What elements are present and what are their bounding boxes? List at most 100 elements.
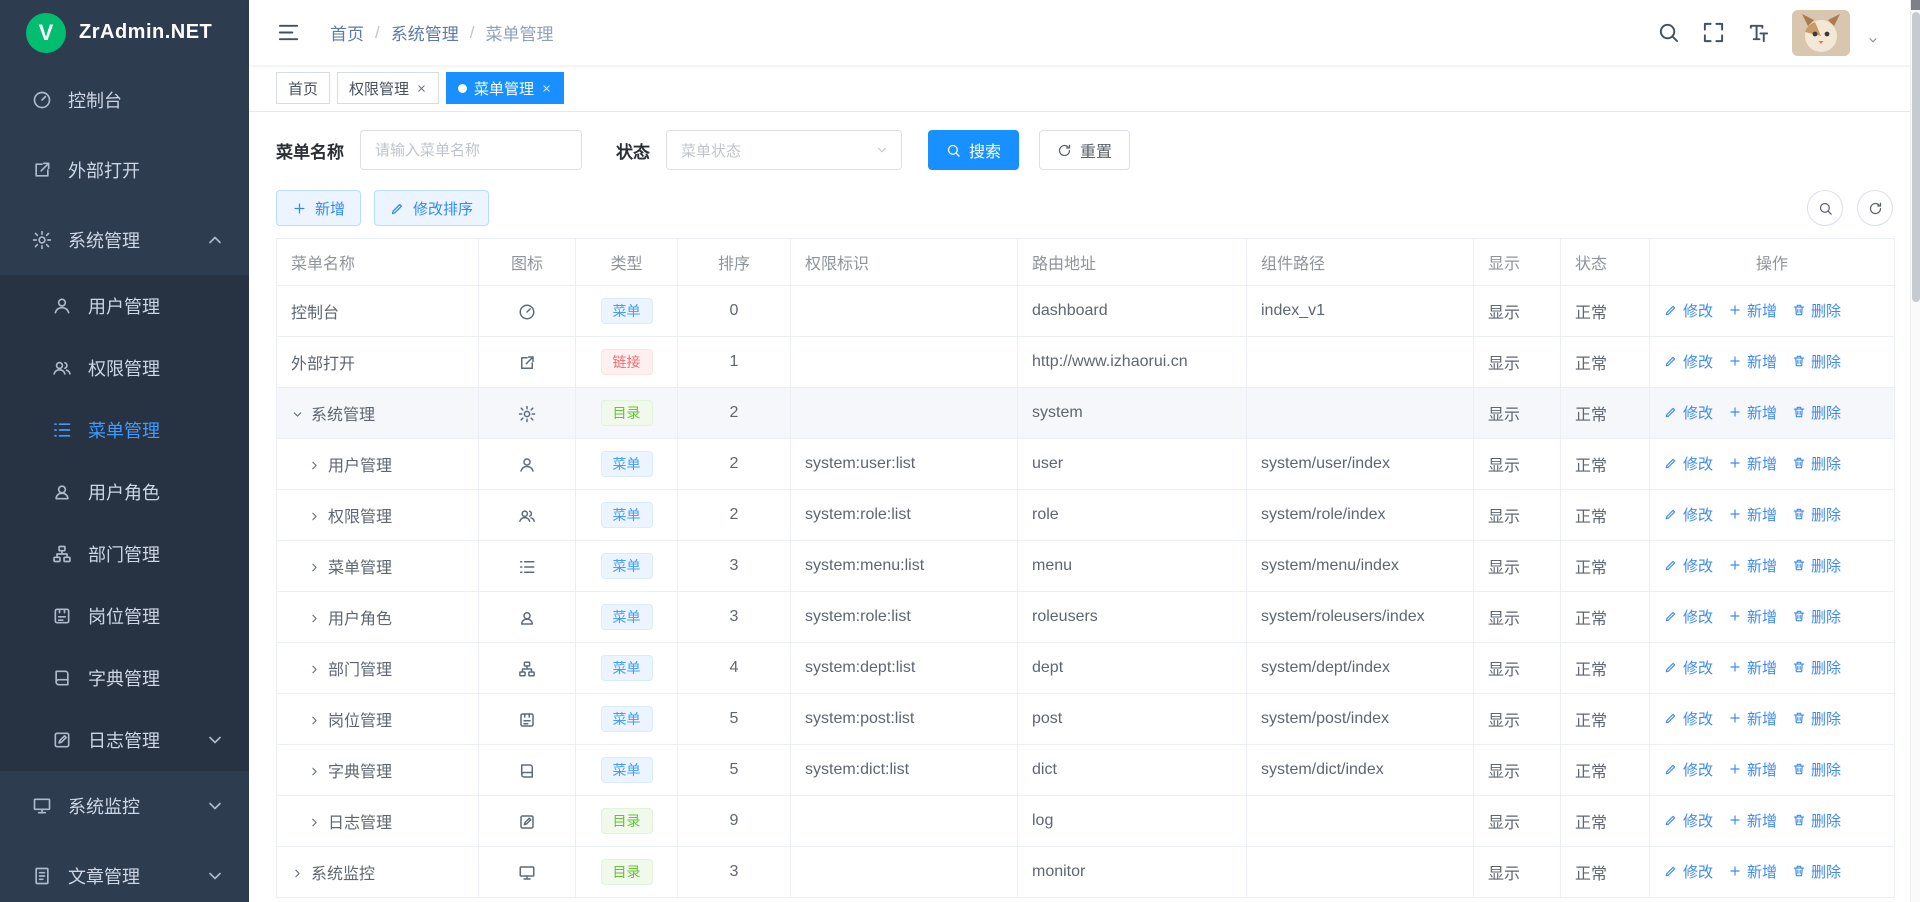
column-header[interactable]: 类型 [576,239,678,286]
scrollbar-thumb[interactable] [1912,12,1920,302]
hamburger-icon[interactable] [277,21,300,44]
row-delete-button[interactable]: 删除 [1792,351,1841,372]
row-add-button[interactable]: 新增 [1728,453,1777,474]
sidebar-item-external[interactable]: 外部打开 [0,135,249,205]
row-add-button[interactable]: 新增 [1728,759,1777,780]
table-refresh-button[interactable] [1857,190,1893,226]
row-edit-button[interactable]: 修改 [1664,708,1713,729]
sidebar-item-post[interactable]: 岗位管理 [0,585,249,647]
row-edit-button[interactable]: 修改 [1664,351,1713,372]
row-add-button[interactable]: 新增 [1728,657,1777,678]
column-header[interactable]: 菜单名称 [277,239,479,286]
row-delete-button[interactable]: 删除 [1792,708,1841,729]
sidebar-item-dict[interactable]: 字典管理 [0,647,249,709]
column-header[interactable]: 操作 [1650,239,1895,286]
search-icon [946,143,961,158]
menu-list-icon [518,558,536,576]
row-edit-button[interactable]: 修改 [1664,861,1713,882]
row-delete-button[interactable]: 删除 [1792,504,1841,525]
edit-sort-button[interactable]: 修改排序 [374,190,489,226]
row-expand-icon[interactable] [308,561,321,574]
row-collapse-icon[interactable] [291,408,304,421]
fullscreen-icon[interactable] [1702,21,1725,44]
header-search-icon[interactable] [1657,21,1680,44]
reset-button[interactable]: 重置 [1039,130,1130,170]
font-size-icon[interactable] [1747,21,1770,44]
sidebar-item-log[interactable]: 日志管理 [0,709,249,771]
row-delete-button[interactable]: 删除 [1792,453,1841,474]
sidebar-item-dashboard[interactable]: 控制台 [0,65,249,135]
row-delete-button[interactable]: 删除 [1792,555,1841,576]
tab-home[interactable]: 首页 [276,72,330,104]
sidebar-item-monitor[interactable]: 系统监控 [0,771,249,841]
status-select[interactable]: 菜单状态 [666,130,902,170]
row-expand-icon[interactable] [308,765,321,778]
row-delete-button[interactable]: 删除 [1792,402,1841,423]
row-edit-button[interactable]: 修改 [1664,504,1713,525]
breadcrumb-item: 菜单管理 [485,20,553,45]
column-header[interactable]: 组件路径 [1247,239,1474,286]
row-add-button[interactable]: 新增 [1728,402,1777,423]
page-scrollbar[interactable] [1910,0,1920,902]
row-add-button[interactable]: 新增 [1728,810,1777,831]
row-expand-icon[interactable] [308,816,321,829]
sidebar-item-system[interactable]: 系统管理 [0,205,249,275]
row-edit-button[interactable]: 修改 [1664,555,1713,576]
row-delete-button[interactable]: 删除 [1792,300,1841,321]
row-expand-icon[interactable] [308,612,321,625]
column-header[interactable]: 状态 [1561,239,1650,286]
sidebar-item-article[interactable]: 文章管理 [0,841,249,902]
breadcrumb-item[interactable]: 首页 [330,20,364,45]
article-icon [32,866,52,886]
avatar-caret-down-icon[interactable] [1866,33,1880,47]
column-header[interactable]: 图标 [479,239,576,286]
row-expand-icon[interactable] [291,867,304,880]
table-row-dept: 部门管理菜单4system:dept:listdeptsystem/dept/i… [277,643,1895,694]
column-header[interactable]: 权限标识 [791,239,1018,286]
row-add-button[interactable]: 新增 [1728,606,1777,627]
row-delete-button[interactable]: 删除 [1792,606,1841,627]
row-edit-button[interactable]: 修改 [1664,759,1713,780]
row-add-button[interactable]: 新增 [1728,708,1777,729]
row-delete-button[interactable]: 删除 [1792,759,1841,780]
row-add-button[interactable]: 新增 [1728,504,1777,525]
sidebar-item-dept[interactable]: 部门管理 [0,523,249,585]
menu-name-input[interactable] [360,130,582,170]
row-edit-button[interactable]: 修改 [1664,453,1713,474]
row-add-button[interactable]: 新增 [1728,555,1777,576]
breadcrumb-item[interactable]: 系统管理 [391,20,459,45]
row-expand-icon[interactable] [308,459,321,472]
sidebar-item-menu[interactable]: 菜单管理 [0,399,249,461]
row-expand-icon[interactable] [308,663,321,676]
tab-role-management[interactable]: 权限管理 [337,72,439,104]
row-edit-button[interactable]: 修改 [1664,810,1713,831]
sidebar-item-roleusers[interactable]: 用户角色 [0,461,249,523]
table-search-button[interactable] [1807,190,1843,226]
column-header[interactable]: 显示 [1474,239,1561,286]
cell: 菜单 [576,439,678,490]
row-edit-button[interactable]: 修改 [1664,402,1713,423]
row-expand-icon[interactable] [308,714,321,727]
row-add-button[interactable]: 新增 [1728,861,1777,882]
row-edit-button[interactable]: 修改 [1664,300,1713,321]
app-logo[interactable]: V ZrAdmin.NET [0,0,249,65]
row-edit-button[interactable]: 修改 [1664,657,1713,678]
row-delete-button[interactable]: 删除 [1792,861,1841,882]
add-button[interactable]: 新增 [276,190,361,226]
row-delete-button[interactable]: 删除 [1792,657,1841,678]
tab-close-icon[interactable] [416,83,427,94]
user-avatar[interactable] [1792,10,1850,56]
column-header[interactable]: 排序 [678,239,791,286]
sidebar-item-user[interactable]: 用户管理 [0,275,249,337]
row-expand-icon[interactable] [308,510,321,523]
row-delete-button[interactable]: 删除 [1792,810,1841,831]
tab-close-icon[interactable] [541,83,552,94]
row-edit-button[interactable]: 修改 [1664,606,1713,627]
route-value: roleusers [1032,608,1098,625]
column-header[interactable]: 路由地址 [1018,239,1247,286]
search-button[interactable]: 搜索 [928,130,1019,170]
row-add-button[interactable]: 新增 [1728,351,1777,372]
tab-menu-management[interactable]: 菜单管理 [446,72,564,104]
sidebar-item-role[interactable]: 权限管理 [0,337,249,399]
row-add-button[interactable]: 新增 [1728,300,1777,321]
